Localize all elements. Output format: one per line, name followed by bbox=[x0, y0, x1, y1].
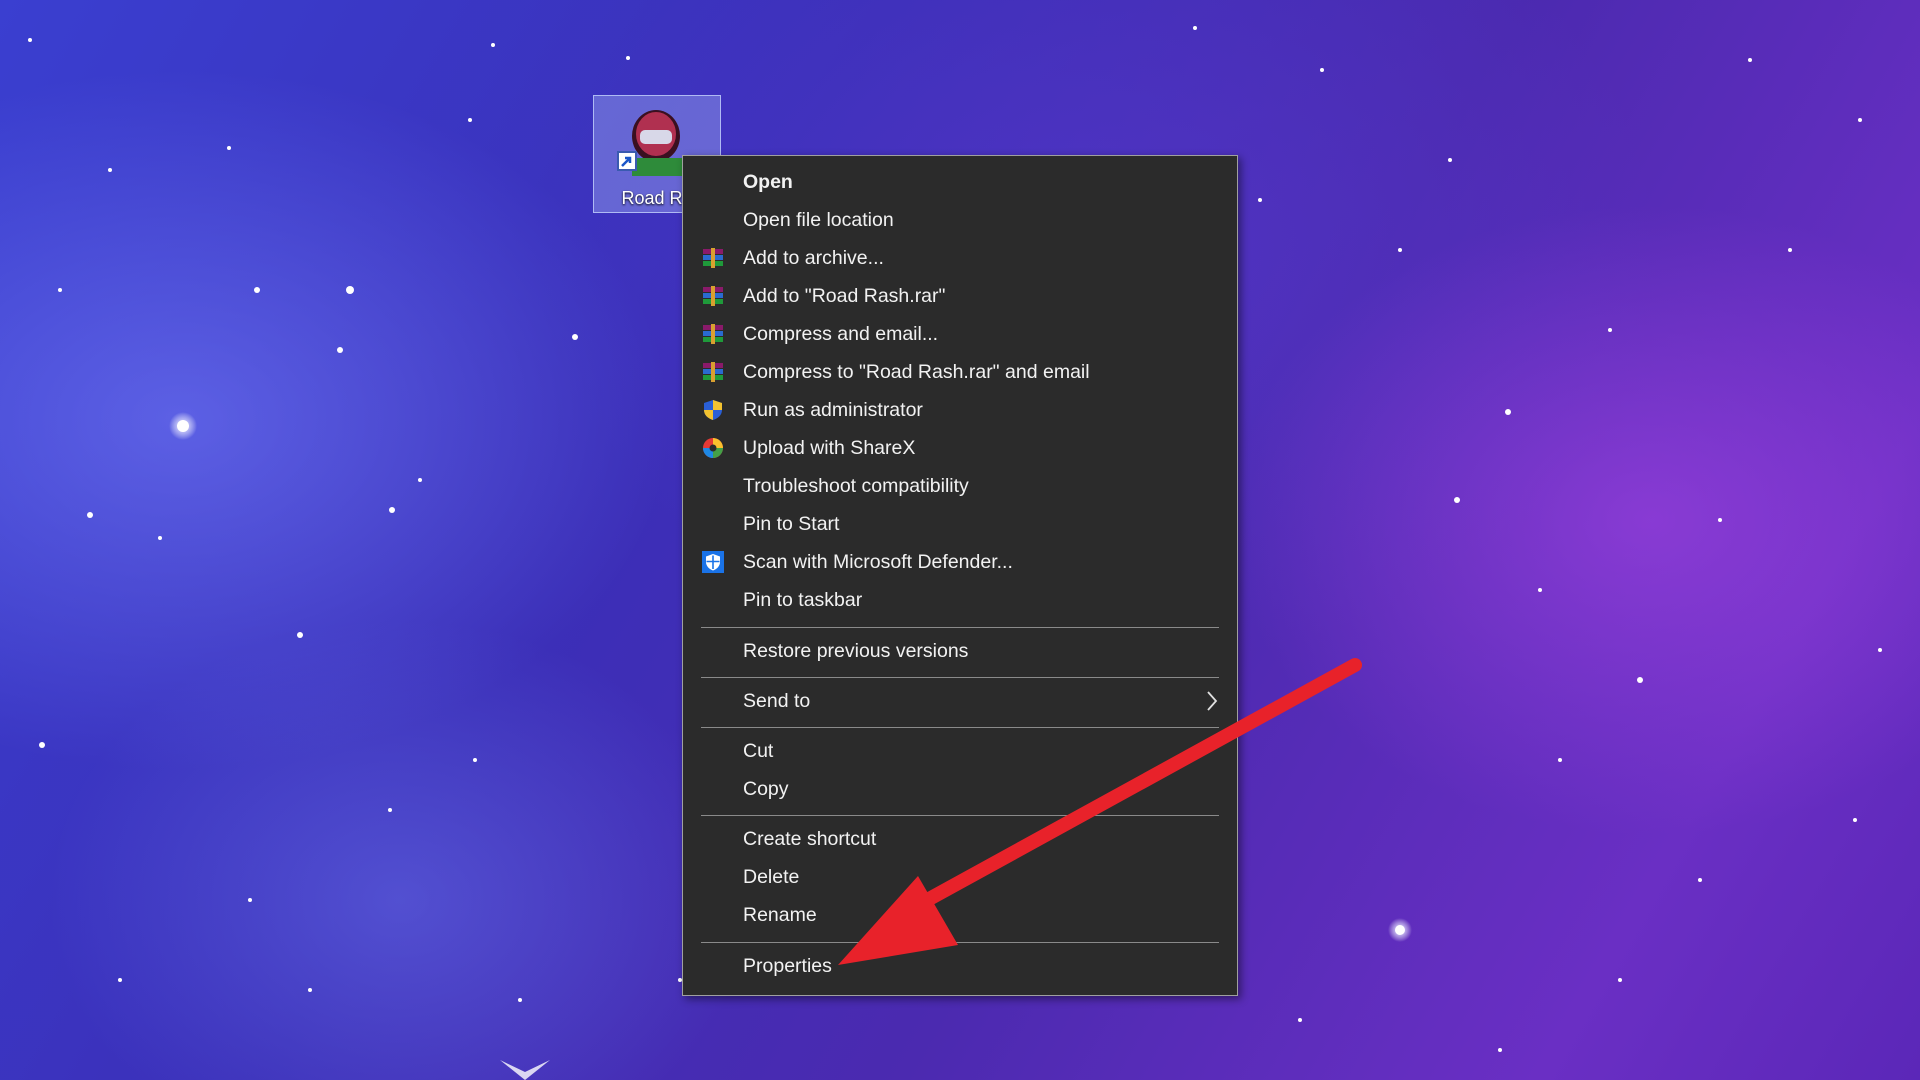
winrar-icon bbox=[703, 362, 723, 382]
menu-item-label: Compress and email... bbox=[743, 323, 939, 345]
menu-item-label: Send to bbox=[743, 690, 811, 712]
menu-item-label: Add to "Road Rash.rar" bbox=[743, 285, 946, 307]
menu-item-pin-to-start[interactable]: Pin to Start bbox=[683, 505, 1237, 543]
menu-item-label: Restore previous versions bbox=[743, 640, 969, 662]
menu-item-restore-previous-versions[interactable]: Restore previous versions bbox=[683, 632, 1237, 670]
menu-item-copy[interactable]: Copy bbox=[683, 770, 1237, 808]
menu-item-send-to[interactable]: Send to bbox=[683, 682, 1237, 720]
menu-item-troubleshoot-compatibility[interactable]: Troubleshoot compatibility bbox=[683, 467, 1237, 505]
menu-separator bbox=[701, 627, 1219, 628]
menu-item-scan-with-defender[interactable]: Scan with Microsoft Defender... bbox=[683, 543, 1237, 581]
menu-item-label: Rename bbox=[743, 904, 817, 926]
menu-item-run-as-administrator[interactable]: Run as administrator bbox=[683, 391, 1237, 429]
menu-item-properties[interactable]: Properties bbox=[683, 947, 1237, 985]
menu-item-label: Copy bbox=[743, 778, 789, 800]
menu-item-label: Add to archive... bbox=[743, 247, 884, 269]
menu-item-label: Upload with ShareX bbox=[743, 437, 916, 459]
menu-item-delete[interactable]: Delete bbox=[683, 858, 1237, 896]
menu-item-pin-to-taskbar[interactable]: Pin to taskbar bbox=[683, 581, 1237, 619]
menu-item-open-file-location[interactable]: Open file location bbox=[683, 201, 1237, 239]
menu-item-label: Run as administrator bbox=[743, 399, 923, 421]
menu-item-label: Compress to "Road Rash.rar" and email bbox=[743, 361, 1090, 383]
menu-item-open[interactable]: Open bbox=[683, 163, 1237, 201]
menu-separator bbox=[701, 727, 1219, 728]
menu-item-rename[interactable]: Rename bbox=[683, 896, 1237, 934]
sharex-icon bbox=[703, 438, 723, 458]
menu-item-label: Create shortcut bbox=[743, 828, 877, 850]
chevron-right-icon bbox=[1207, 691, 1218, 711]
menu-item-compress-and-email[interactable]: Compress and email... bbox=[683, 315, 1237, 353]
menu-separator bbox=[701, 677, 1219, 678]
uac-shield-icon bbox=[704, 400, 722, 420]
menu-item-label: Pin to Start bbox=[743, 513, 840, 535]
menu-separator bbox=[701, 815, 1219, 816]
menu-item-compress-to-rar-email[interactable]: Compress to "Road Rash.rar" and email bbox=[683, 353, 1237, 391]
menu-item-add-to-archive[interactable]: Add to archive... bbox=[683, 239, 1237, 277]
menu-separator bbox=[701, 942, 1219, 943]
winrar-icon bbox=[703, 248, 723, 268]
menu-item-upload-with-sharex[interactable]: Upload with ShareX bbox=[683, 429, 1237, 467]
winrar-icon bbox=[703, 286, 723, 306]
menu-item-label: Open file location bbox=[743, 209, 894, 231]
menu-item-label: Pin to taskbar bbox=[743, 589, 863, 611]
menu-item-label: Delete bbox=[743, 866, 800, 888]
menu-item-label: Open bbox=[743, 171, 793, 193]
menu-item-label: Properties bbox=[743, 955, 832, 977]
context-menu: Open Open file location Add to archive..… bbox=[682, 155, 1238, 996]
menu-item-label: Scan with Microsoft Defender... bbox=[743, 551, 1013, 573]
menu-item-label: Cut bbox=[743, 740, 774, 762]
menu-item-add-to-rar[interactable]: Add to "Road Rash.rar" bbox=[683, 277, 1237, 315]
menu-item-create-shortcut[interactable]: Create shortcut bbox=[683, 820, 1237, 858]
menu-item-label: Troubleshoot compatibility bbox=[743, 475, 969, 497]
menu-item-cut[interactable]: Cut bbox=[683, 732, 1237, 770]
defender-icon bbox=[702, 551, 724, 573]
winrar-icon bbox=[703, 324, 723, 344]
